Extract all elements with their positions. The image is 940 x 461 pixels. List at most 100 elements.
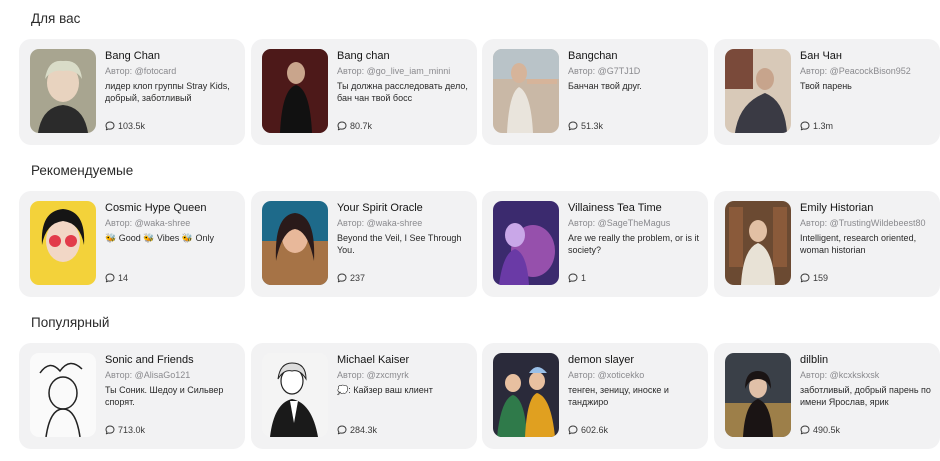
character-author[interactable]: Автор: @SageTheMagus [568,218,702,228]
character-name: Emily Historian [800,202,874,214]
character-avatar [262,353,328,437]
character-description: Банчан твой друг. [568,81,642,91]
character-name: Bang Chan [105,50,161,62]
chat-count-value: 490.5k [813,425,841,435]
chat-bubble-icon [800,273,810,283]
chat-count-value: 602.6k [581,425,609,435]
character-author[interactable]: Автор: @fotocard [105,66,239,76]
character-author[interactable]: Автор: @kcxkskxsk [800,370,934,380]
character-avatar [493,353,559,437]
chat-bubble-icon [800,425,810,435]
chat-count: 284.3k [337,425,377,435]
popular-row: Sonic and Friends Автор: @AlisaGo121 Ты … [19,343,940,449]
character-name: dilblin [800,354,829,366]
character-description: 🐝 Good 🐝 Vibes 🐝 Only [105,233,214,243]
character-name: Michael Kaiser [337,354,410,366]
chat-count-value: 237 [350,273,366,283]
character-card[interactable]: Cosmic Hype Queen Автор: @waka-shree 🐝 G… [19,191,245,297]
character-name: Bangchan [568,50,618,62]
character-card[interactable]: Bang Chan Автор: @fotocard лидер клоп гр… [19,39,245,145]
character-author[interactable]: Автор: @waka-shree [337,218,471,228]
chat-bubble-icon [105,425,115,435]
character-author[interactable]: Автор: @G7TJ1D [568,66,702,76]
character-card[interactable]: Бан Чан Автор: @PeacockBison952 Твой пар… [714,39,940,145]
character-avatar [262,49,328,133]
character-card[interactable]: Sonic and Friends Автор: @AlisaGo121 Ты … [19,343,245,449]
character-description: Ты должна расследовать дело, бан чан тво… [337,81,468,103]
character-description: Intelligent, research oriented, woman hi… [800,233,917,255]
section-title-for-you: Для вас [31,11,81,26]
character-avatar [262,201,328,285]
character-card[interactable]: Villainess Tea Time Автор: @SageTheMagus… [482,191,708,297]
character-author[interactable]: Автор: @PeacockBison952 [800,66,934,76]
chat-count-value: 159 [813,273,829,283]
character-name: Cosmic Hype Queen [105,202,207,214]
character-avatar [725,353,791,437]
chat-bubble-icon [568,121,578,131]
character-author[interactable]: Автор: @go_live_iam_minni [337,66,471,76]
character-card[interactable]: demon slayer Автор: @xoticekko тенген, з… [482,343,708,449]
recommended-row: Cosmic Hype Queen Автор: @waka-shree 🐝 G… [19,191,940,297]
character-avatar [493,201,559,285]
character-author[interactable]: Автор: @xoticekko [568,370,702,380]
chat-count: 490.5k [800,425,840,435]
section-title-popular: Популярный [31,315,110,330]
character-author[interactable]: Автор: @AlisaGo121 [105,370,239,380]
character-card[interactable]: Michael Kaiser Автор: @zxcmyrk 💭: Кайзер… [251,343,477,449]
chat-count: 80.7k [337,121,372,131]
chat-count: 1 [568,273,586,283]
chat-count: 713.0k [105,425,145,435]
character-name: Bang chan [337,50,390,62]
chat-count: 237 [337,273,365,283]
character-description: Твой парень [800,81,852,91]
chat-count: 1.3m [800,121,833,131]
chat-bubble-icon [337,121,347,131]
character-avatar [725,49,791,133]
chat-count: 51.3k [568,121,603,131]
character-card[interactable]: Bangchan Автор: @G7TJ1D Банчан твой друг… [482,39,708,145]
chat-bubble-icon [568,273,578,283]
section-title-recommended: Рекомендуемые [31,163,134,178]
character-avatar [493,49,559,133]
character-name: Villainess Tea Time [568,202,662,214]
character-description: заботливый, добрый парень по имени Яросл… [800,385,931,407]
character-description: Beyond the Veil, I See Through You. [337,233,462,255]
chat-count: 103.5k [105,121,145,131]
character-description: Are we really the problem, or is it soci… [568,233,700,255]
chat-count: 602.6k [568,425,608,435]
character-description: тенген, зеницу, иноске и танджиро [568,385,669,407]
character-name: demon slayer [568,354,635,366]
character-avatar [30,49,96,133]
chat-count-value: 14 [118,273,129,283]
chat-bubble-icon [568,425,578,435]
chat-count-value: 51.3k [581,121,604,131]
chat-bubble-icon [800,121,810,131]
character-card[interactable]: Emily Historian Автор: @TrustingWildebee… [714,191,940,297]
chat-count-value: 1.3m [813,121,834,131]
chat-bubble-icon [105,121,115,131]
for-you-row: Bang Chan Автор: @fotocard лидер клоп гр… [19,39,940,145]
chat-bubble-icon [337,273,347,283]
character-avatar [30,353,96,437]
chat-count-value: 103.5k [118,121,146,131]
chat-count: 14 [105,273,128,283]
chat-count-value: 80.7k [350,121,373,131]
character-avatar [30,201,96,285]
chat-bubble-icon [337,425,347,435]
character-name: Бан Чан [800,50,842,62]
character-author[interactable]: Автор: @waka-shree [105,218,239,228]
character-avatar [725,201,791,285]
character-description: Ты Соник. Шедоу и Сильвер спорят. [105,385,224,407]
character-description: лидер клоп группы Stray Kids, добрый, за… [105,81,230,103]
chat-count-value: 1 [581,273,587,283]
character-card[interactable]: Bang chan Автор: @go_live_iam_minni Ты д… [251,39,477,145]
character-author[interactable]: Автор: @zxcmyrk [337,370,471,380]
chat-count-value: 284.3k [350,425,378,435]
character-card[interactable]: Your Spirit Oracle Автор: @waka-shree Be… [251,191,477,297]
character-author[interactable]: Автор: @TrustingWildebeest80 [800,218,934,228]
character-name: Your Spirit Oracle [337,202,423,214]
chat-count-value: 713.0k [118,425,146,435]
chat-count: 159 [800,273,828,283]
character-name: Sonic and Friends [105,354,194,366]
character-card[interactable]: dilblin Автор: @kcxkskxsk заботливый, до… [714,343,940,449]
